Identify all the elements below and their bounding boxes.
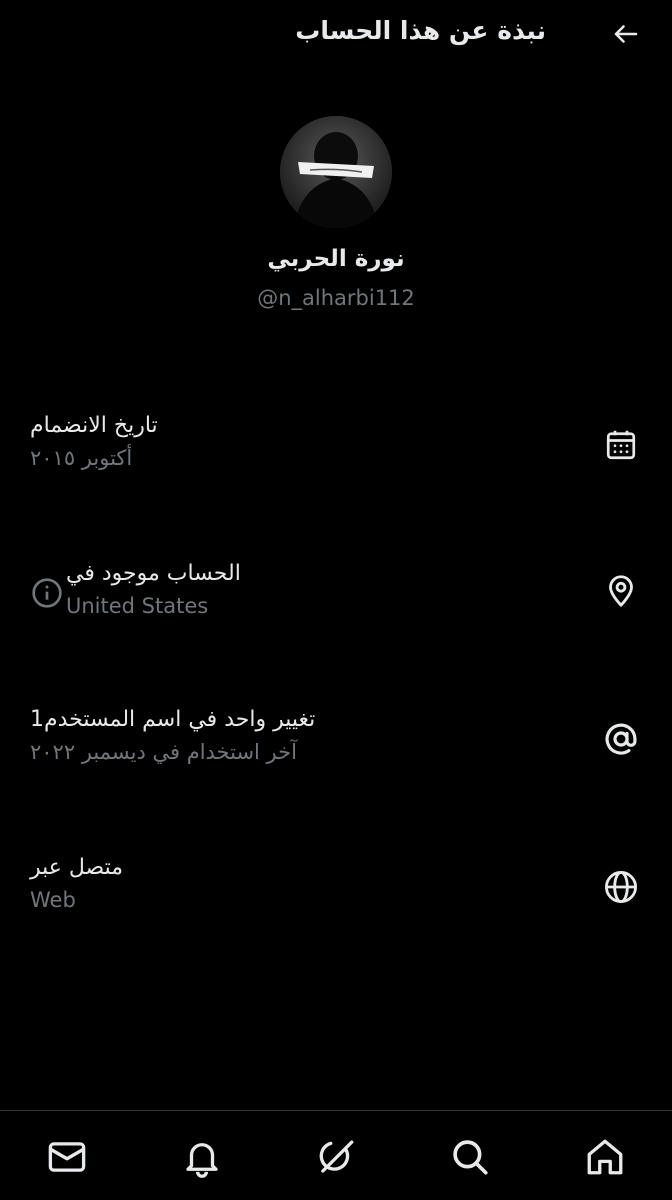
calendar-icon [600, 424, 642, 466]
connected-via-label: متصل عبر [30, 855, 124, 880]
connected-via-value: Web [30, 888, 76, 912]
username-changes-text: تغيير واحد في اسم المستخدم1 آخر استخدام … [30, 704, 550, 768]
globe-icon [600, 866, 642, 908]
account-location-label: الحساب موجود في [66, 561, 241, 586]
username-changes-row: تغيير واحد في اسم المستخدم1 آخر استخدام … [0, 704, 672, 804]
account-location-row: الحساب موجود في United States [0, 558, 672, 658]
page-title: نبذة عن هذا الحساب [295, 16, 546, 45]
about-account-page: نبذة عن هذا الحساب نورة الحربي @n_alharb… [0, 0, 672, 1200]
nav-grok[interactable] [314, 1135, 358, 1179]
display-name: نورة الحربي [267, 246, 405, 272]
nav-home[interactable] [583, 1135, 627, 1179]
nav-messages[interactable] [45, 1135, 89, 1179]
location-pin-icon [600, 570, 642, 612]
header: نبذة عن هذا الحساب [0, 0, 672, 68]
bottom-navigation [0, 1110, 672, 1200]
joined-date-value: أكتوبر ٢٠١٥ [30, 446, 133, 470]
avatar[interactable] [280, 116, 392, 228]
home-icon [587, 1139, 623, 1175]
username-changes-label: تغيير واحد في اسم المستخدم1 [30, 707, 316, 732]
connected-via-text: متصل عبر Web [30, 852, 550, 916]
back-button[interactable] [608, 16, 644, 52]
user-handle: @n_alharbi112 [257, 286, 415, 310]
mail-icon [48, 1142, 86, 1172]
at-sign-icon [600, 718, 642, 760]
joined-date-label: تاريخ الانضمام [30, 413, 158, 438]
info-icon[interactable] [30, 576, 64, 610]
joined-date-row: تاريخ الانضمام أكتوبر ٢٠١٥ [0, 410, 672, 510]
nav-search[interactable] [448, 1135, 492, 1179]
account-location-value: United States [66, 594, 209, 618]
avatar-image [280, 116, 392, 228]
arrow-right-icon [614, 25, 638, 43]
nav-notifications[interactable] [180, 1135, 224, 1179]
grok-icon [319, 1140, 354, 1173]
username-changes-value: آخر استخدام في ديسمبر ٢٠٢٢ [30, 740, 297, 764]
search-icon [453, 1140, 488, 1175]
connected-via-row: متصل عبر Web [0, 852, 672, 952]
bell-icon [186, 1143, 218, 1178]
joined-date-text: تاريخ الانضمام أكتوبر ٢٠١٥ [30, 410, 550, 474]
account-location-text: الحساب موجود في United States [66, 558, 586, 622]
